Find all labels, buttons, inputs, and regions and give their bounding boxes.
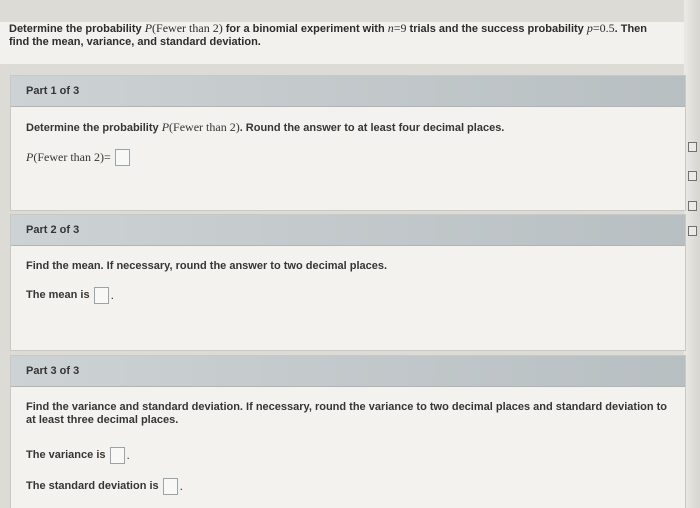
part-1-body: Determine the probability P(Fewer than 2… (11, 107, 685, 167)
part-3-instruction: Find the variance and standard deviation… (26, 401, 668, 426)
question-statement: Determine the probability P(Fewer than 2… (0, 22, 684, 64)
part-2-panel: Part 2 of 3 Find the mean. If necessary,… (10, 214, 686, 351)
tool-icon[interactable] (688, 226, 697, 236)
part-1-answer-row: P (Fewer than 2) = (26, 147, 670, 167)
mean-answer-input[interactable] (93, 286, 109, 304)
part-1-instruction: Determine the probability P(Fewer than 2… (26, 120, 505, 135)
std-answer-row: The standard deviation is . (26, 477, 183, 495)
part-3-header: Part 3 of 3 (11, 356, 685, 387)
question-line-1: Determine the probability P(Fewer than 2… (9, 21, 648, 36)
tool-icon[interactable] (688, 142, 697, 152)
part-1-header: Part 1 of 3 (11, 76, 685, 107)
homework-screen: Determine the probability P(Fewer than 2… (0, 0, 700, 508)
variance-answer-input[interactable] (109, 446, 125, 464)
standard-deviation-answer-input[interactable] (162, 477, 178, 495)
right-edge-toolbar (684, 0, 700, 508)
tool-icon[interactable] (688, 201, 697, 211)
variance-answer-row: The variance is . (26, 446, 130, 464)
part-2-instruction: Find the mean. If necessary, round the a… (26, 260, 388, 272)
tool-icon[interactable] (688, 171, 697, 181)
part-3-body: Find the variance and standard deviation… (11, 387, 685, 496)
part-2-body: Find the mean. If necessary, round the a… (11, 246, 685, 305)
question-line-2: find the mean, variance, and standard de… (9, 36, 261, 48)
probability-answer-input[interactable] (114, 148, 130, 166)
part-1-panel: Part 1 of 3 Determine the probability P(… (10, 75, 686, 211)
part-2-header: Part 2 of 3 (11, 215, 685, 246)
part-3-panel: Part 3 of 3 Find the variance and standa… (10, 355, 686, 508)
part-2-answer-row: The mean is . (26, 286, 114, 304)
